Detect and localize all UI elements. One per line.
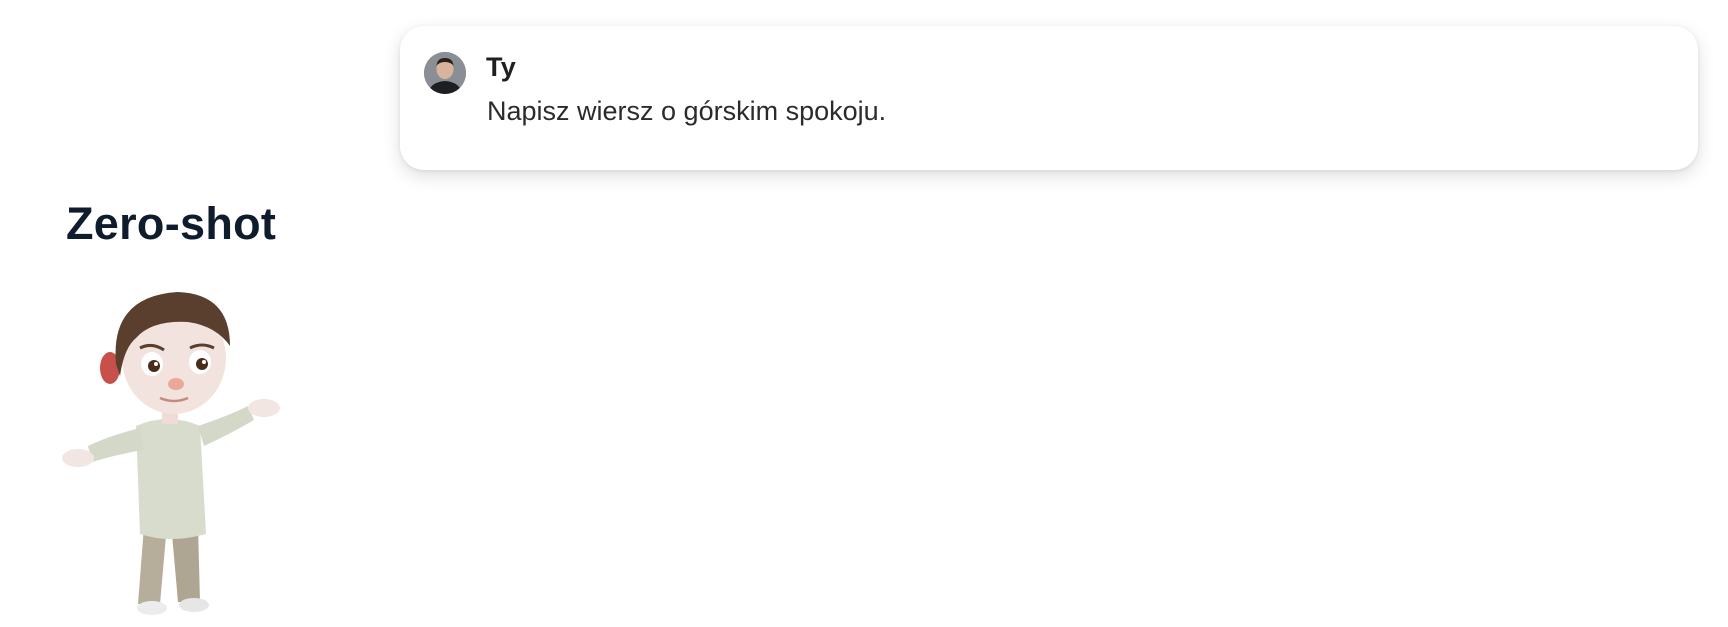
section-title: Zero-shot <box>66 198 277 249</box>
avatar-icon <box>424 52 466 94</box>
message-text: Napisz wiersz o górskim spokoju. <box>487 96 887 126</box>
shrugging-character-image <box>48 286 298 622</box>
message-author: Ty <box>486 52 516 82</box>
chat-message-card: Ty Napisz wiersz o górskim spokoju. <box>400 26 1698 170</box>
character-illustration-icon <box>62 292 280 615</box>
user-avatar <box>424 52 466 94</box>
